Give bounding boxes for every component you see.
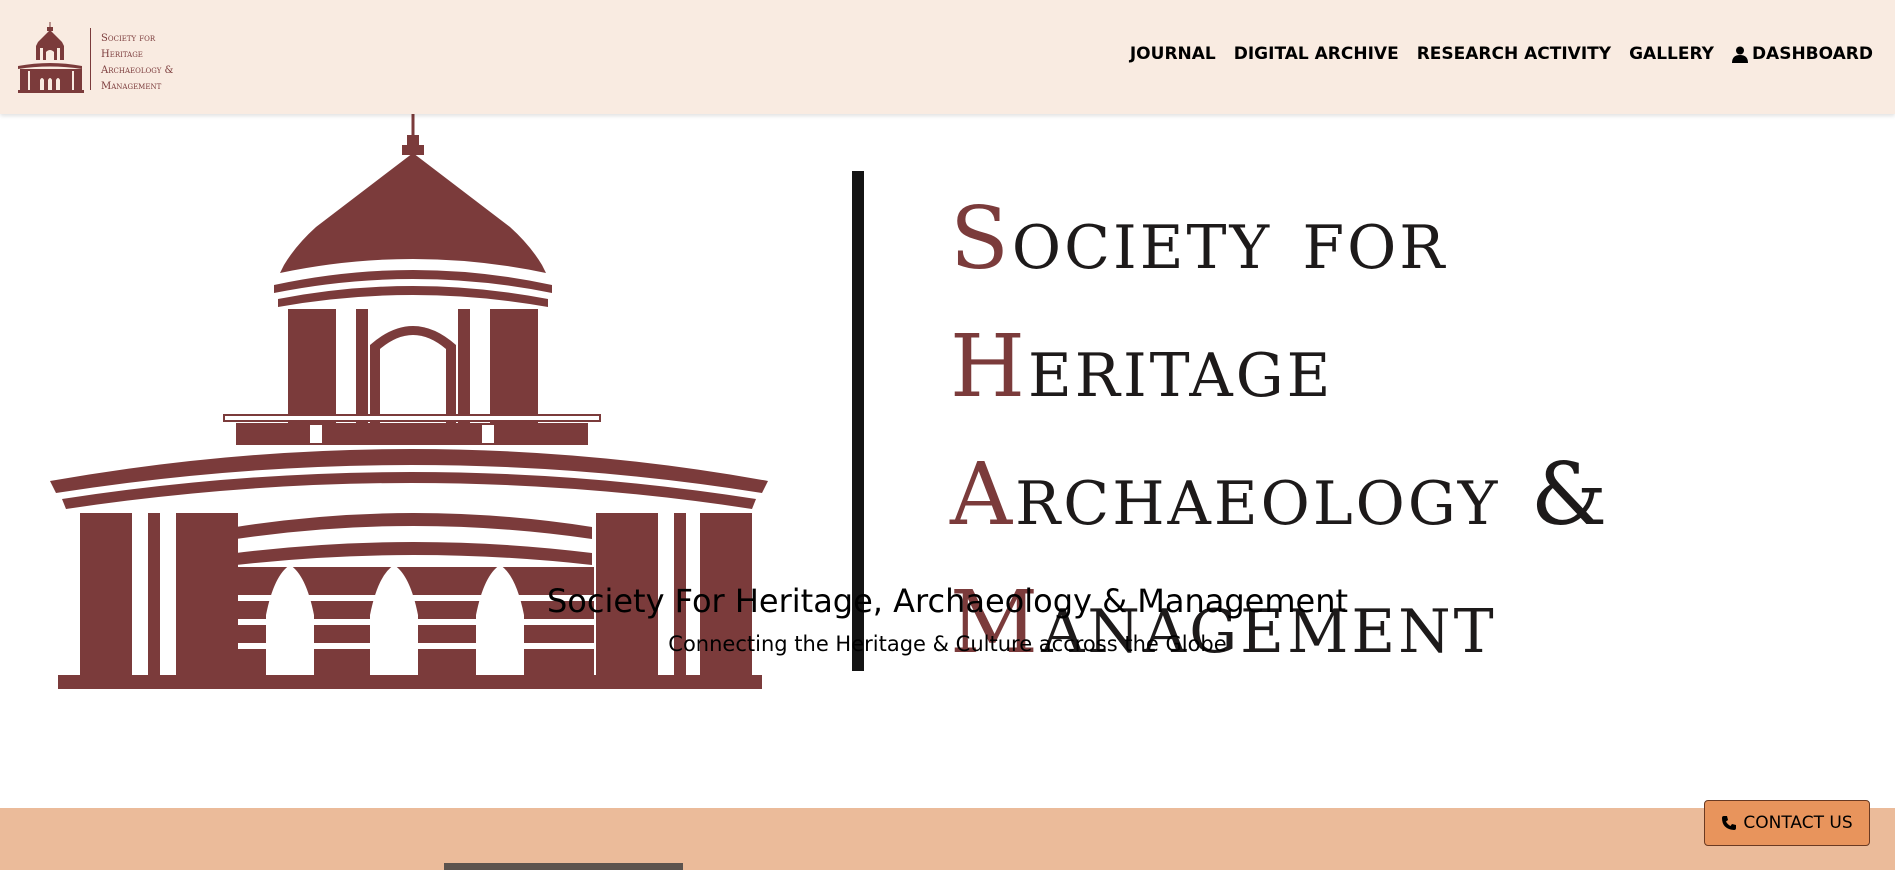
user-icon [1731,46,1748,63]
hero-subtitle: Society For Heritage, Archaeology & Mana… [546,582,1349,620]
title-line: Heritage [950,303,1610,431]
title-line: Management [950,559,1610,687]
nav-label: DIGITAL ARCHIVE [1233,44,1399,64]
nav-label: DASHBOARD [1751,44,1873,64]
title-initial: H [950,317,1028,417]
main-nav: JOURNAL DIGITAL ARCHIVE RESEARCH ACTIVIT… [1130,44,1873,64]
site-header: Society for Heritage Archaeology & Manag… [0,0,1895,114]
nav-label: GALLERY [1629,44,1714,64]
title-initial: A [950,445,1016,545]
title-initial: S [950,189,1012,289]
hero-tagline: Connecting the Heritage & Culture accros… [668,632,1227,656]
title-rest: eritage [1028,317,1334,417]
logo-divider [90,28,91,90]
logo-line: Heritage [101,49,143,60]
content-band [0,808,1895,870]
title-line: Archaeology & [950,431,1610,559]
nav-label: RESEARCH ACTIVITY [1416,44,1612,64]
contact-label: CONTACT US [1743,813,1853,833]
nav-journal[interactable]: JOURNAL [1130,44,1216,64]
logo-line: Society for [101,33,156,44]
nav-gallery[interactable]: GALLERY [1629,44,1714,64]
title-rest: ociety for [1011,189,1448,289]
site-logo[interactable]: Society for Heritage Archaeology & Manag… [16,22,196,94]
contact-us-button[interactable]: CONTACT US [1704,800,1870,846]
logo-line: Archaeology & [101,65,174,76]
nav-dashboard[interactable]: DASHBOARD [1731,44,1873,64]
nav-label: JOURNAL [1129,44,1216,64]
nav-research-activity[interactable]: RESEARCH ACTIVITY [1417,44,1611,64]
gallery-thumbnail[interactable] [444,863,683,870]
logo-line: Management [101,81,162,92]
phone-icon [1722,816,1737,830]
logo-text: Society for Heritage Archaeology & Manag… [101,31,173,95]
title-line: Society for [950,175,1610,303]
hero-section: Society for Heritage Archaeology & Manag… [0,95,1895,808]
title-rest: rchaeology & [1015,445,1611,545]
nav-digital-archive[interactable]: DIGITAL ARCHIVE [1234,44,1399,64]
building-logo-icon [18,22,84,93]
